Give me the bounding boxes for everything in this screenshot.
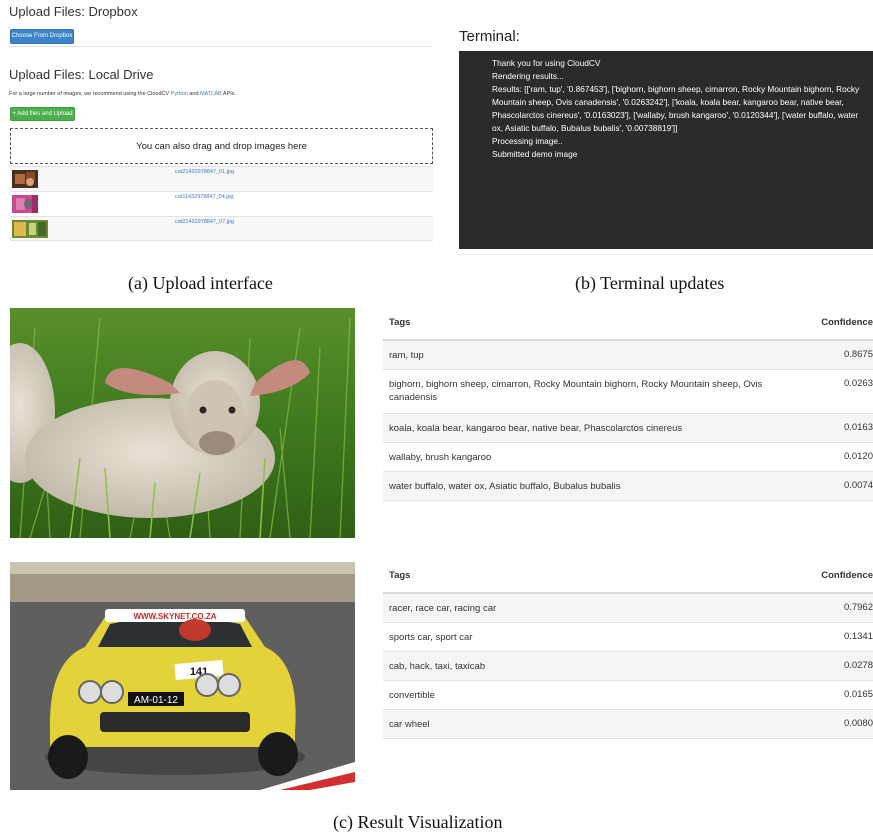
recommend-text: For a large number of images, we recomme… bbox=[9, 91, 171, 97]
confidence-cell: 0.0263 bbox=[843, 378, 873, 389]
table-row: ram, tup 0.8675 bbox=[383, 341, 873, 370]
caption-a: (a) Upload interface bbox=[128, 273, 273, 293]
lamb-photo bbox=[10, 308, 355, 538]
file-name-link[interactable]: cat21432978847_01.jpg bbox=[175, 169, 234, 175]
recommend-and: and bbox=[187, 91, 201, 97]
drop-zone[interactable]: You can also drag and drop images here bbox=[10, 128, 433, 164]
table-row: koala, koala bear, kangaroo bear, native… bbox=[383, 414, 873, 443]
divider bbox=[459, 254, 873, 255]
divider bbox=[9, 46, 433, 47]
drop-zone-text: You can also drag and drop images here bbox=[136, 140, 307, 152]
confidence-cell: 0.0080 bbox=[843, 718, 873, 729]
table-header: Tags Confidence bbox=[383, 309, 873, 341]
terminal-title: Terminal: bbox=[459, 28, 520, 45]
file-name-link[interactable]: cat11432978847_04.jpg bbox=[175, 194, 234, 200]
table-row: bighorn, bighorn sheep, cimarron, Rocky … bbox=[383, 370, 873, 414]
file-row: cat21432978847_07.jpg bbox=[10, 216, 433, 241]
table-row: racer, race car, racing car 0.7962 bbox=[383, 594, 873, 623]
tag-cell: bighorn, bighorn sheep, cimarron, Rocky … bbox=[389, 379, 763, 403]
confidence-cell: 0.0278 bbox=[843, 660, 873, 671]
tag-cell: wallaby, brush kangaroo bbox=[389, 452, 492, 463]
table-row: cab, hack, taxi, taxicab 0.0278 bbox=[383, 652, 873, 681]
terminal-line: Thank you for using CloudCV bbox=[492, 58, 601, 68]
file-row: cat11432978847_04.jpg bbox=[10, 191, 433, 216]
tag-cell: cab, hack, taxi, taxicab bbox=[389, 661, 486, 672]
terminal-output: Thank you for using CloudCV Rendering re… bbox=[459, 51, 873, 249]
results-table-car: Tags Confidence racer, race car, racing … bbox=[383, 562, 873, 739]
tag-cell: koala, koala bear, kangaroo bear, native… bbox=[389, 423, 683, 434]
file-thumbnail bbox=[12, 220, 48, 238]
add-files-upload-button[interactable]: + Add files and Upload bbox=[10, 107, 75, 121]
file-name-link[interactable]: cat21432978847_07.jpg bbox=[175, 219, 234, 225]
confidence-cell: 0.0074 bbox=[843, 480, 873, 491]
recommend-suffix: APIs. bbox=[221, 91, 237, 97]
tag-cell: water buffalo, water ox, Asiatic buffalo… bbox=[389, 481, 621, 492]
tag-cell: sports car, sport car bbox=[389, 632, 473, 643]
matlab-api-link[interactable]: MATLAB bbox=[200, 91, 222, 97]
confidence-cell: 0.0163 bbox=[843, 422, 873, 433]
table-row: wallaby, brush kangaroo 0.0120 bbox=[383, 443, 873, 472]
terminal-line: Rendering results... bbox=[492, 71, 564, 81]
table-row: sports car, sport car 0.1341 bbox=[383, 623, 873, 652]
dropbox-title: Upload Files: Dropbox bbox=[9, 4, 138, 19]
confidence-cell: 0.8675 bbox=[843, 349, 873, 360]
table-header: Tags Confidence bbox=[383, 562, 873, 594]
table-row: car wheel 0.0080 bbox=[383, 710, 873, 739]
table-row: water buffalo, water ox, Asiatic buffalo… bbox=[383, 472, 873, 501]
caption-c: (c) Result Visualization bbox=[333, 812, 503, 832]
terminal-line: Results: [['ram, tup', '0.867453'], ['bi… bbox=[492, 84, 860, 133]
results-table-lamb: Tags Confidence ram, tup 0.8675 bighorn,… bbox=[383, 309, 873, 501]
tags-column-header: Tags bbox=[389, 317, 411, 328]
tags-column-header: Tags bbox=[389, 570, 411, 581]
tag-cell: convertible bbox=[389, 690, 435, 701]
car-windshield-banner: WWW.SKYNET.CO.ZA bbox=[133, 612, 216, 621]
divider bbox=[10, 240, 433, 241]
confidence-cell: 0.7962 bbox=[843, 602, 873, 613]
caption-b: (b) Terminal updates bbox=[575, 273, 725, 293]
confidence-cell: 0.0120 bbox=[843, 451, 873, 462]
api-recommendation: For a large number of images, we recomme… bbox=[9, 91, 236, 97]
tag-cell: car wheel bbox=[389, 719, 430, 730]
table-row: convertible 0.0165 bbox=[383, 681, 873, 710]
choose-from-dropbox-button[interactable]: Choose From Dropbox bbox=[10, 29, 74, 44]
confidence-column-header: Confidence bbox=[821, 317, 873, 328]
car-plate: AM-01-12 bbox=[134, 695, 178, 706]
race-car-photo: WWW.SKYNET.CO.ZA 141 AM-01-12 bbox=[10, 562, 355, 790]
confidence-column-header: Confidence bbox=[821, 570, 873, 581]
terminal-line: Processing image.. bbox=[492, 136, 563, 146]
file-thumbnail bbox=[12, 170, 38, 188]
file-row: cat21432978847_01.jpg bbox=[10, 166, 433, 191]
confidence-cell: 0.1341 bbox=[843, 631, 873, 642]
tag-cell: racer, race car, racing car bbox=[389, 603, 497, 614]
confidence-cell: 0.0165 bbox=[843, 689, 873, 700]
file-thumbnail bbox=[12, 195, 38, 213]
terminal-line: Submitted demo image bbox=[492, 149, 578, 159]
python-api-link[interactable]: Python bbox=[171, 91, 188, 97]
local-drive-title: Upload Files: Local Drive bbox=[9, 67, 154, 82]
tag-cell: ram, tup bbox=[389, 350, 424, 361]
